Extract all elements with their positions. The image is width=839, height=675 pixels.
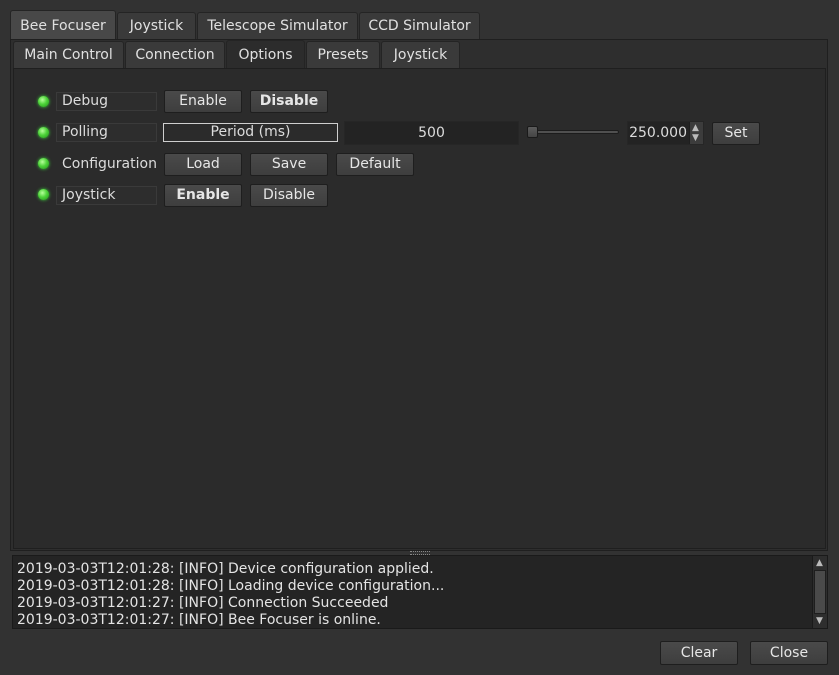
polling-spinbox-value[interactable]: 250.000 bbox=[629, 122, 687, 144]
close-button[interactable]: Close bbox=[750, 641, 828, 665]
tab-main-control[interactable]: Main Control bbox=[13, 41, 124, 68]
polling-status-led bbox=[38, 127, 49, 138]
scrollbar-thumb[interactable] bbox=[814, 570, 826, 614]
tab-presets[interactable]: Presets bbox=[306, 41, 380, 68]
joystick-status-led bbox=[38, 189, 49, 200]
scroll-up-icon[interactable]: ▲ bbox=[816, 558, 823, 568]
log-line: 2019-03-03T12:01:28: [INFO] Loading devi… bbox=[17, 578, 445, 594]
polling-set-button[interactable]: Set bbox=[712, 122, 760, 145]
joystick-label: Joystick bbox=[56, 186, 157, 205]
debug-enable-button[interactable]: Enable bbox=[164, 90, 242, 113]
tab-connection[interactable]: Connection bbox=[125, 41, 225, 68]
tab-ccd-simulator[interactable]: CCD Simulator bbox=[359, 12, 480, 39]
debug-status-led bbox=[38, 96, 49, 107]
debug-disable-button[interactable]: Disable bbox=[250, 90, 328, 113]
configuration-label: Configuration bbox=[62, 156, 157, 172]
log-scrollbar[interactable]: ▲ ▼ bbox=[812, 556, 827, 628]
polling-period-label: Period (ms) bbox=[163, 123, 338, 142]
tab-joystick[interactable]: Joystick bbox=[117, 12, 196, 39]
spinbox-buttons[interactable]: ▲ ▼ bbox=[689, 122, 703, 144]
configuration-default-button[interactable]: Default bbox=[336, 153, 414, 176]
tab-options[interactable]: Options bbox=[226, 40, 305, 69]
log-line: 2019-03-03T12:01:27: [INFO] Bee Focuser … bbox=[17, 612, 381, 628]
log-last-line-clip: 2019-03-03T12:01:27: [INFO] Bee Focuser … bbox=[13, 612, 811, 628]
chevron-down-icon[interactable]: ▼ bbox=[692, 133, 699, 143]
tab-sub-joystick[interactable]: Joystick bbox=[381, 41, 460, 68]
tab-telescope-simulator[interactable]: Telescope Simulator bbox=[197, 12, 358, 39]
polling-current-value: 500 bbox=[344, 121, 519, 145]
joystick-enable-button[interactable]: Enable bbox=[164, 184, 242, 207]
configuration-load-button[interactable]: Load bbox=[164, 153, 242, 176]
polling-label: Polling bbox=[56, 123, 157, 142]
debug-label: Debug bbox=[56, 92, 157, 111]
tab-bee-focuser[interactable]: Bee Focuser bbox=[10, 10, 116, 40]
chevron-up-icon[interactable]: ▲ bbox=[692, 123, 699, 133]
configuration-status-led bbox=[38, 158, 49, 169]
polling-slider-track[interactable] bbox=[527, 130, 619, 134]
scroll-down-icon[interactable]: ▼ bbox=[816, 616, 823, 626]
log-line: 2019-03-03T12:01:28: [INFO] Device confi… bbox=[17, 561, 434, 577]
clear-button[interactable]: Clear bbox=[660, 641, 738, 665]
log-line: 2019-03-03T12:01:27: [INFO] Connection S… bbox=[17, 595, 389, 611]
polling-spinbox[interactable]: 250.000 ▲ ▼ bbox=[627, 121, 704, 145]
joystick-disable-button[interactable]: Disable bbox=[250, 184, 328, 207]
configuration-save-button[interactable]: Save bbox=[250, 153, 328, 176]
polling-slider-handle[interactable] bbox=[527, 126, 538, 138]
